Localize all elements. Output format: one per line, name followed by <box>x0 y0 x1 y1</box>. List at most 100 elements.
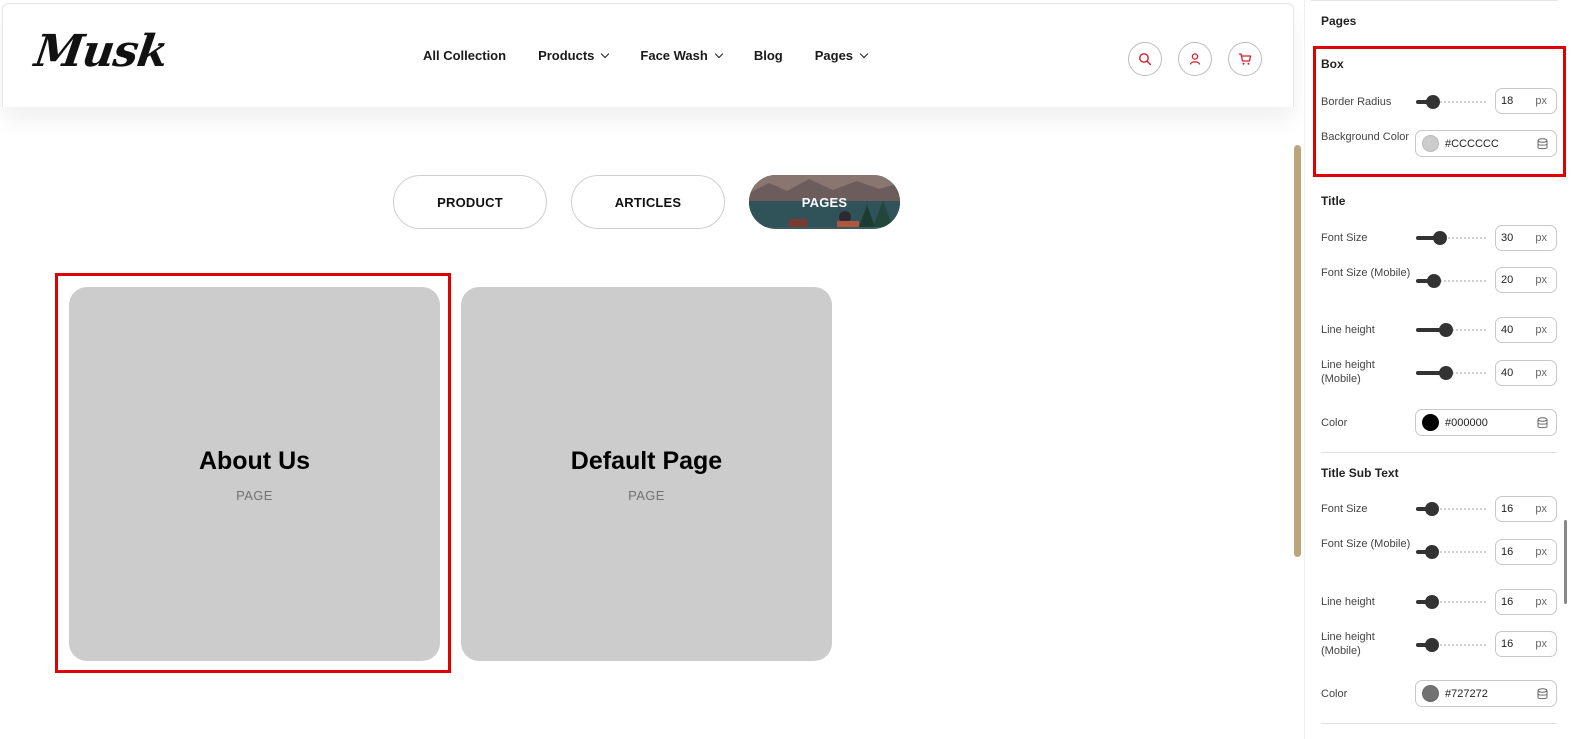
color-value: #CCCCCC <box>1445 137 1499 150</box>
nav-label: Products <box>538 48 595 63</box>
card-title: Default Page <box>570 447 723 475</box>
slider-knob[interactable] <box>1433 231 1447 245</box>
sub-line-height-label: Line height <box>1321 596 1375 608</box>
unit-label: px <box>1535 503 1547 515</box>
title-line-height-label: Line height <box>1321 324 1375 336</box>
preview-scrollbar-thumb[interactable] <box>1294 145 1301 557</box>
color-swatch[interactable] <box>1422 414 1439 431</box>
store-preview: Musk All Collection Products Face Wash B… <box>0 0 1304 739</box>
card-subtitle: PAGE <box>628 488 665 503</box>
sub-font-size-label: Font Size <box>1321 503 1368 515</box>
nav-label: Pages <box>814 48 854 63</box>
background-color-label: Background Color <box>1321 131 1410 143</box>
unit-label: px <box>1535 367 1547 379</box>
search-button[interactable] <box>1128 42 1162 76</box>
divider <box>1321 723 1557 724</box>
panel-scrollbar[interactable] <box>1564 520 1567 604</box>
editor-root: Musk All Collection Products Face Wash B… <box>0 0 1586 739</box>
sub-font-size-mobile-slider[interactable] <box>1416 545 1488 559</box>
chevron-down-icon <box>601 49 610 58</box>
title-line-height-mobile-label: Line height (Mobile) <box>1321 359 1375 385</box>
sub-color-picker[interactable]: #727272 <box>1415 680 1557 707</box>
slider-knob[interactable] <box>1425 595 1439 609</box>
border-radius-slider[interactable] <box>1416 95 1488 109</box>
main-nav: All Collection Products Face Wash Blog P… <box>423 48 899 63</box>
chevron-down-icon <box>714 49 724 58</box>
input-value: 16 <box>1501 596 1514 608</box>
database-icon[interactable] <box>1537 688 1548 700</box>
color-swatch[interactable] <box>1422 685 1439 702</box>
title-font-size-mobile-label: Font Size (Mobile) <box>1321 267 1411 279</box>
background-color-picker[interactable]: #CCCCCC <box>1415 130 1557 157</box>
content-type-tabs: PRODUCT ARTICLES PAGES <box>393 175 924 229</box>
unit-label: px <box>1535 274 1547 286</box>
slider-knob[interactable] <box>1425 638 1439 652</box>
border-radius-label: Border Radius <box>1321 96 1392 108</box>
tab-label: ARTICLES <box>614 194 682 210</box>
nav-products[interactable]: Products <box>538 48 610 63</box>
title-font-size-mobile-slider[interactable] <box>1416 274 1488 288</box>
chevron-down-icon <box>859 49 869 58</box>
slider-knob[interactable] <box>1425 502 1439 516</box>
nav-pages[interactable]: Pages <box>814 48 869 63</box>
nav-label: Blog <box>753 48 783 63</box>
border-radius-input[interactable]: 18 px <box>1495 88 1557 114</box>
store-logo[interactable]: Musk <box>31 26 170 77</box>
title-line-height-mobile-input[interactable]: 40 px <box>1495 360 1557 386</box>
sub-font-size-mobile-label: Font Size (Mobile) <box>1321 538 1411 550</box>
slider-knob[interactable] <box>1439 366 1453 380</box>
nav-label: Face Wash <box>640 48 708 63</box>
title-font-size-slider[interactable] <box>1416 231 1488 245</box>
account-button[interactable] <box>1178 42 1212 76</box>
database-icon[interactable] <box>1537 138 1548 150</box>
slider-knob[interactable] <box>1426 95 1440 109</box>
sub-font-size-input[interactable]: 16 px <box>1495 496 1557 522</box>
title-font-size-input[interactable]: 30 px <box>1495 225 1557 251</box>
nav-face-wash[interactable]: Face Wash <box>640 48 724 63</box>
tab-articles[interactable]: ARTICLES <box>571 175 725 229</box>
color-swatch[interactable] <box>1422 135 1439 152</box>
unit-label: px <box>1535 638 1547 650</box>
section-box-heading: Box <box>1321 57 1344 71</box>
input-value: 18 <box>1501 95 1514 107</box>
nav-all-collection[interactable]: All Collection <box>423 48 506 63</box>
store-header: Musk All Collection Products Face Wash B… <box>2 3 1294 107</box>
tab-label: PAGES <box>801 194 848 210</box>
slider-knob[interactable] <box>1427 274 1441 288</box>
card-title: About Us <box>198 447 311 475</box>
title-font-size-mobile-input[interactable]: 20 px <box>1495 267 1557 293</box>
sub-font-size-slider[interactable] <box>1416 502 1488 516</box>
tab-product[interactable]: PRODUCT <box>393 175 547 229</box>
title-line-height-slider[interactable] <box>1416 323 1488 337</box>
sub-line-height-mobile-label: Line height (Mobile) <box>1321 631 1375 657</box>
sub-color-label: Color <box>1321 688 1348 700</box>
unit-label: px <box>1535 232 1547 244</box>
title-color-picker[interactable]: #000000 <box>1415 409 1557 436</box>
input-value: 16 <box>1501 503 1514 515</box>
cart-icon <box>1239 53 1252 65</box>
title-line-height-input[interactable]: 40 px <box>1495 317 1557 343</box>
nav-label: All Collection <box>423 48 507 63</box>
cart-button[interactable] <box>1228 42 1262 76</box>
title-color-label: Color <box>1321 417 1348 429</box>
sub-line-height-input[interactable]: 16 px <box>1495 589 1557 615</box>
search-icon <box>1139 53 1152 66</box>
sub-line-height-mobile-input[interactable]: 16 px <box>1495 631 1557 657</box>
title-font-size-label: Font Size <box>1321 232 1368 244</box>
color-value: #727272 <box>1445 687 1488 700</box>
sub-line-height-slider[interactable] <box>1416 595 1488 609</box>
slider-knob[interactable] <box>1439 323 1453 337</box>
tab-pages[interactable]: PAGES <box>749 175 900 229</box>
input-value: 20 <box>1501 274 1514 286</box>
page-card-about-us[interactable]: About Us PAGE <box>69 287 440 661</box>
title-line-height-mobile-slider[interactable] <box>1416 366 1488 380</box>
slider-knob[interactable] <box>1425 545 1439 559</box>
sub-line-height-mobile-slider[interactable] <box>1416 638 1488 652</box>
sub-font-size-mobile-input[interactable]: 16 px <box>1495 539 1557 565</box>
unit-label: px <box>1535 596 1547 608</box>
nav-blog[interactable]: Blog <box>754 48 783 63</box>
database-icon[interactable] <box>1537 417 1548 429</box>
input-value: 16 <box>1501 638 1514 650</box>
tab-label: PRODUCT <box>437 194 503 210</box>
page-card-default-page[interactable]: Default Page PAGE <box>461 287 832 661</box>
